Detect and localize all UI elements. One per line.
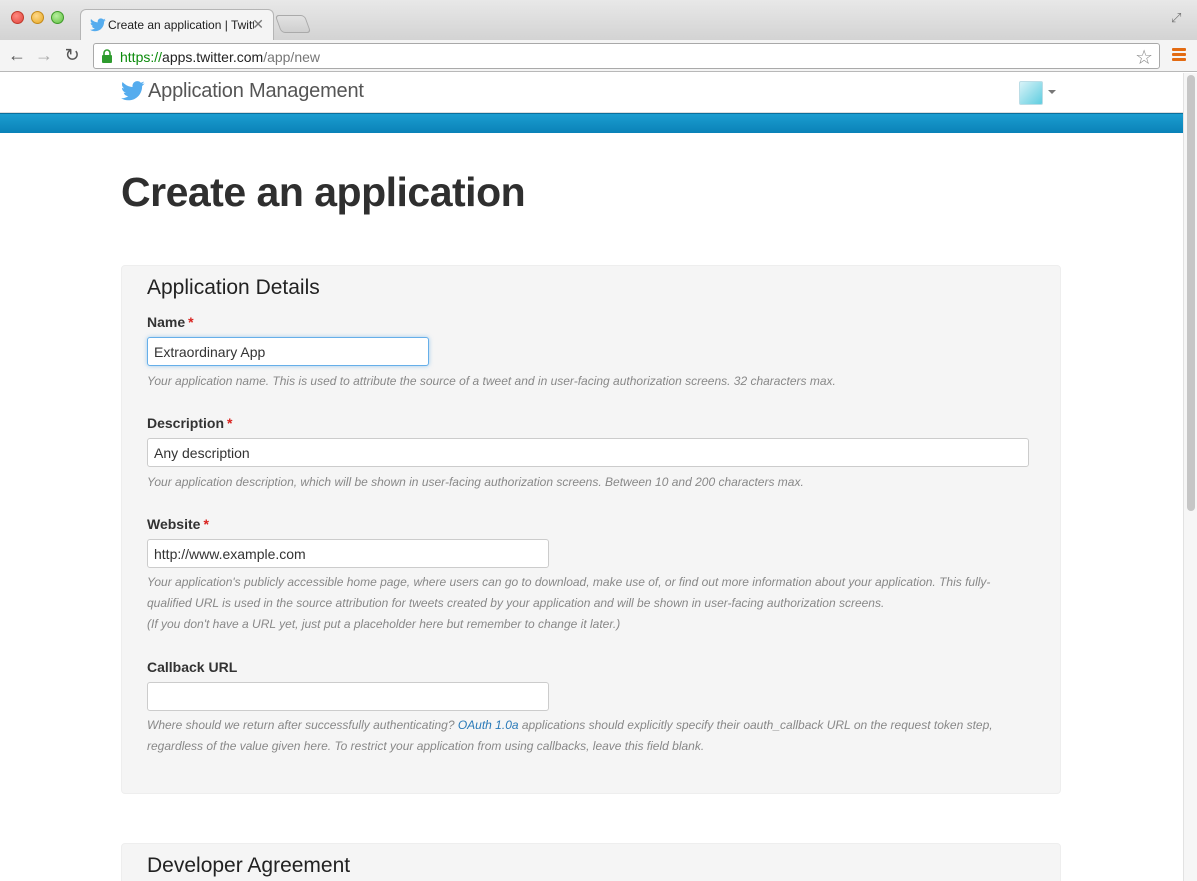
browser-toolbar: ← → ↻ https://apps.twitter.com/app/new ☆ (0, 40, 1197, 72)
browser-menu-icon[interactable] (1172, 48, 1186, 62)
developer-agreement-card: Developer Agreement (121, 843, 1061, 881)
address-url: https://apps.twitter.com/app/new (120, 49, 321, 65)
forward-icon[interactable]: → (33, 44, 55, 66)
section-heading: Application Details (147, 276, 320, 299)
tab-title: Create an application | Twitter (108, 18, 254, 32)
application-details-card: Application Details Name* Your applicati… (121, 265, 1061, 794)
page-viewport: Application Management Create an applica… (0, 73, 1183, 881)
app-header: Application Management (0, 73, 1183, 113)
page-scrollbar[interactable] (1183, 73, 1197, 881)
back-icon[interactable]: ← (6, 44, 28, 66)
callback-help: Where should we return after successfull… (147, 718, 993, 753)
description-label: Description * (147, 415, 233, 431)
twitter-bird-icon[interactable] (121, 81, 145, 101)
section-heading: Developer Agreement (147, 854, 351, 877)
name-label: Name * (147, 314, 194, 330)
description-help: Your application description, which will… (147, 475, 804, 489)
new-tab-button[interactable] (274, 15, 312, 33)
website-help-text: Your application's publicly accessible h… (147, 575, 991, 610)
fullscreen-icon[interactable]: ⤢ (1171, 10, 1185, 25)
website-input[interactable] (147, 539, 549, 568)
chevron-down-icon[interactable] (1048, 90, 1056, 94)
tab-close-icon[interactable]: ✕ (252, 16, 264, 33)
website-label: Website * (147, 516, 209, 532)
name-input[interactable] (147, 337, 429, 366)
header-accent-band (0, 113, 1183, 133)
reload-icon[interactable]: ↻ (61, 44, 83, 66)
twitter-bird-icon (90, 18, 106, 32)
scrollbar-thumb[interactable] (1187, 75, 1195, 511)
window-maximize-button[interactable] (51, 11, 64, 24)
oauth-link[interactable]: OAuth 1.0a (458, 718, 519, 732)
page-title: Create an application (121, 169, 526, 215)
browser-titlebar: Create an application | Twitter ✕ ⤢ (0, 0, 1197, 40)
browser-tab[interactable]: Create an application | Twitter ✕ (80, 9, 274, 40)
website-help: Your application's publicly accessible h… (147, 572, 1007, 635)
avatar[interactable] (1019, 81, 1043, 105)
description-input[interactable] (147, 438, 1029, 467)
address-bar[interactable]: https://apps.twitter.com/app/new ☆ (93, 43, 1160, 69)
callback-label: Callback URL (147, 659, 238, 675)
bookmark-star-icon[interactable]: ☆ (1135, 45, 1153, 70)
website-help-note: (If you don't have a URL yet, just put a… (147, 617, 621, 631)
window-minimize-button[interactable] (31, 11, 44, 24)
callback-url-input[interactable] (147, 682, 549, 711)
app-title[interactable]: Application Management (148, 80, 364, 103)
window-close-button[interactable] (11, 11, 24, 24)
lock-icon (102, 49, 112, 63)
name-help: Your application name. This is used to a… (147, 374, 836, 388)
